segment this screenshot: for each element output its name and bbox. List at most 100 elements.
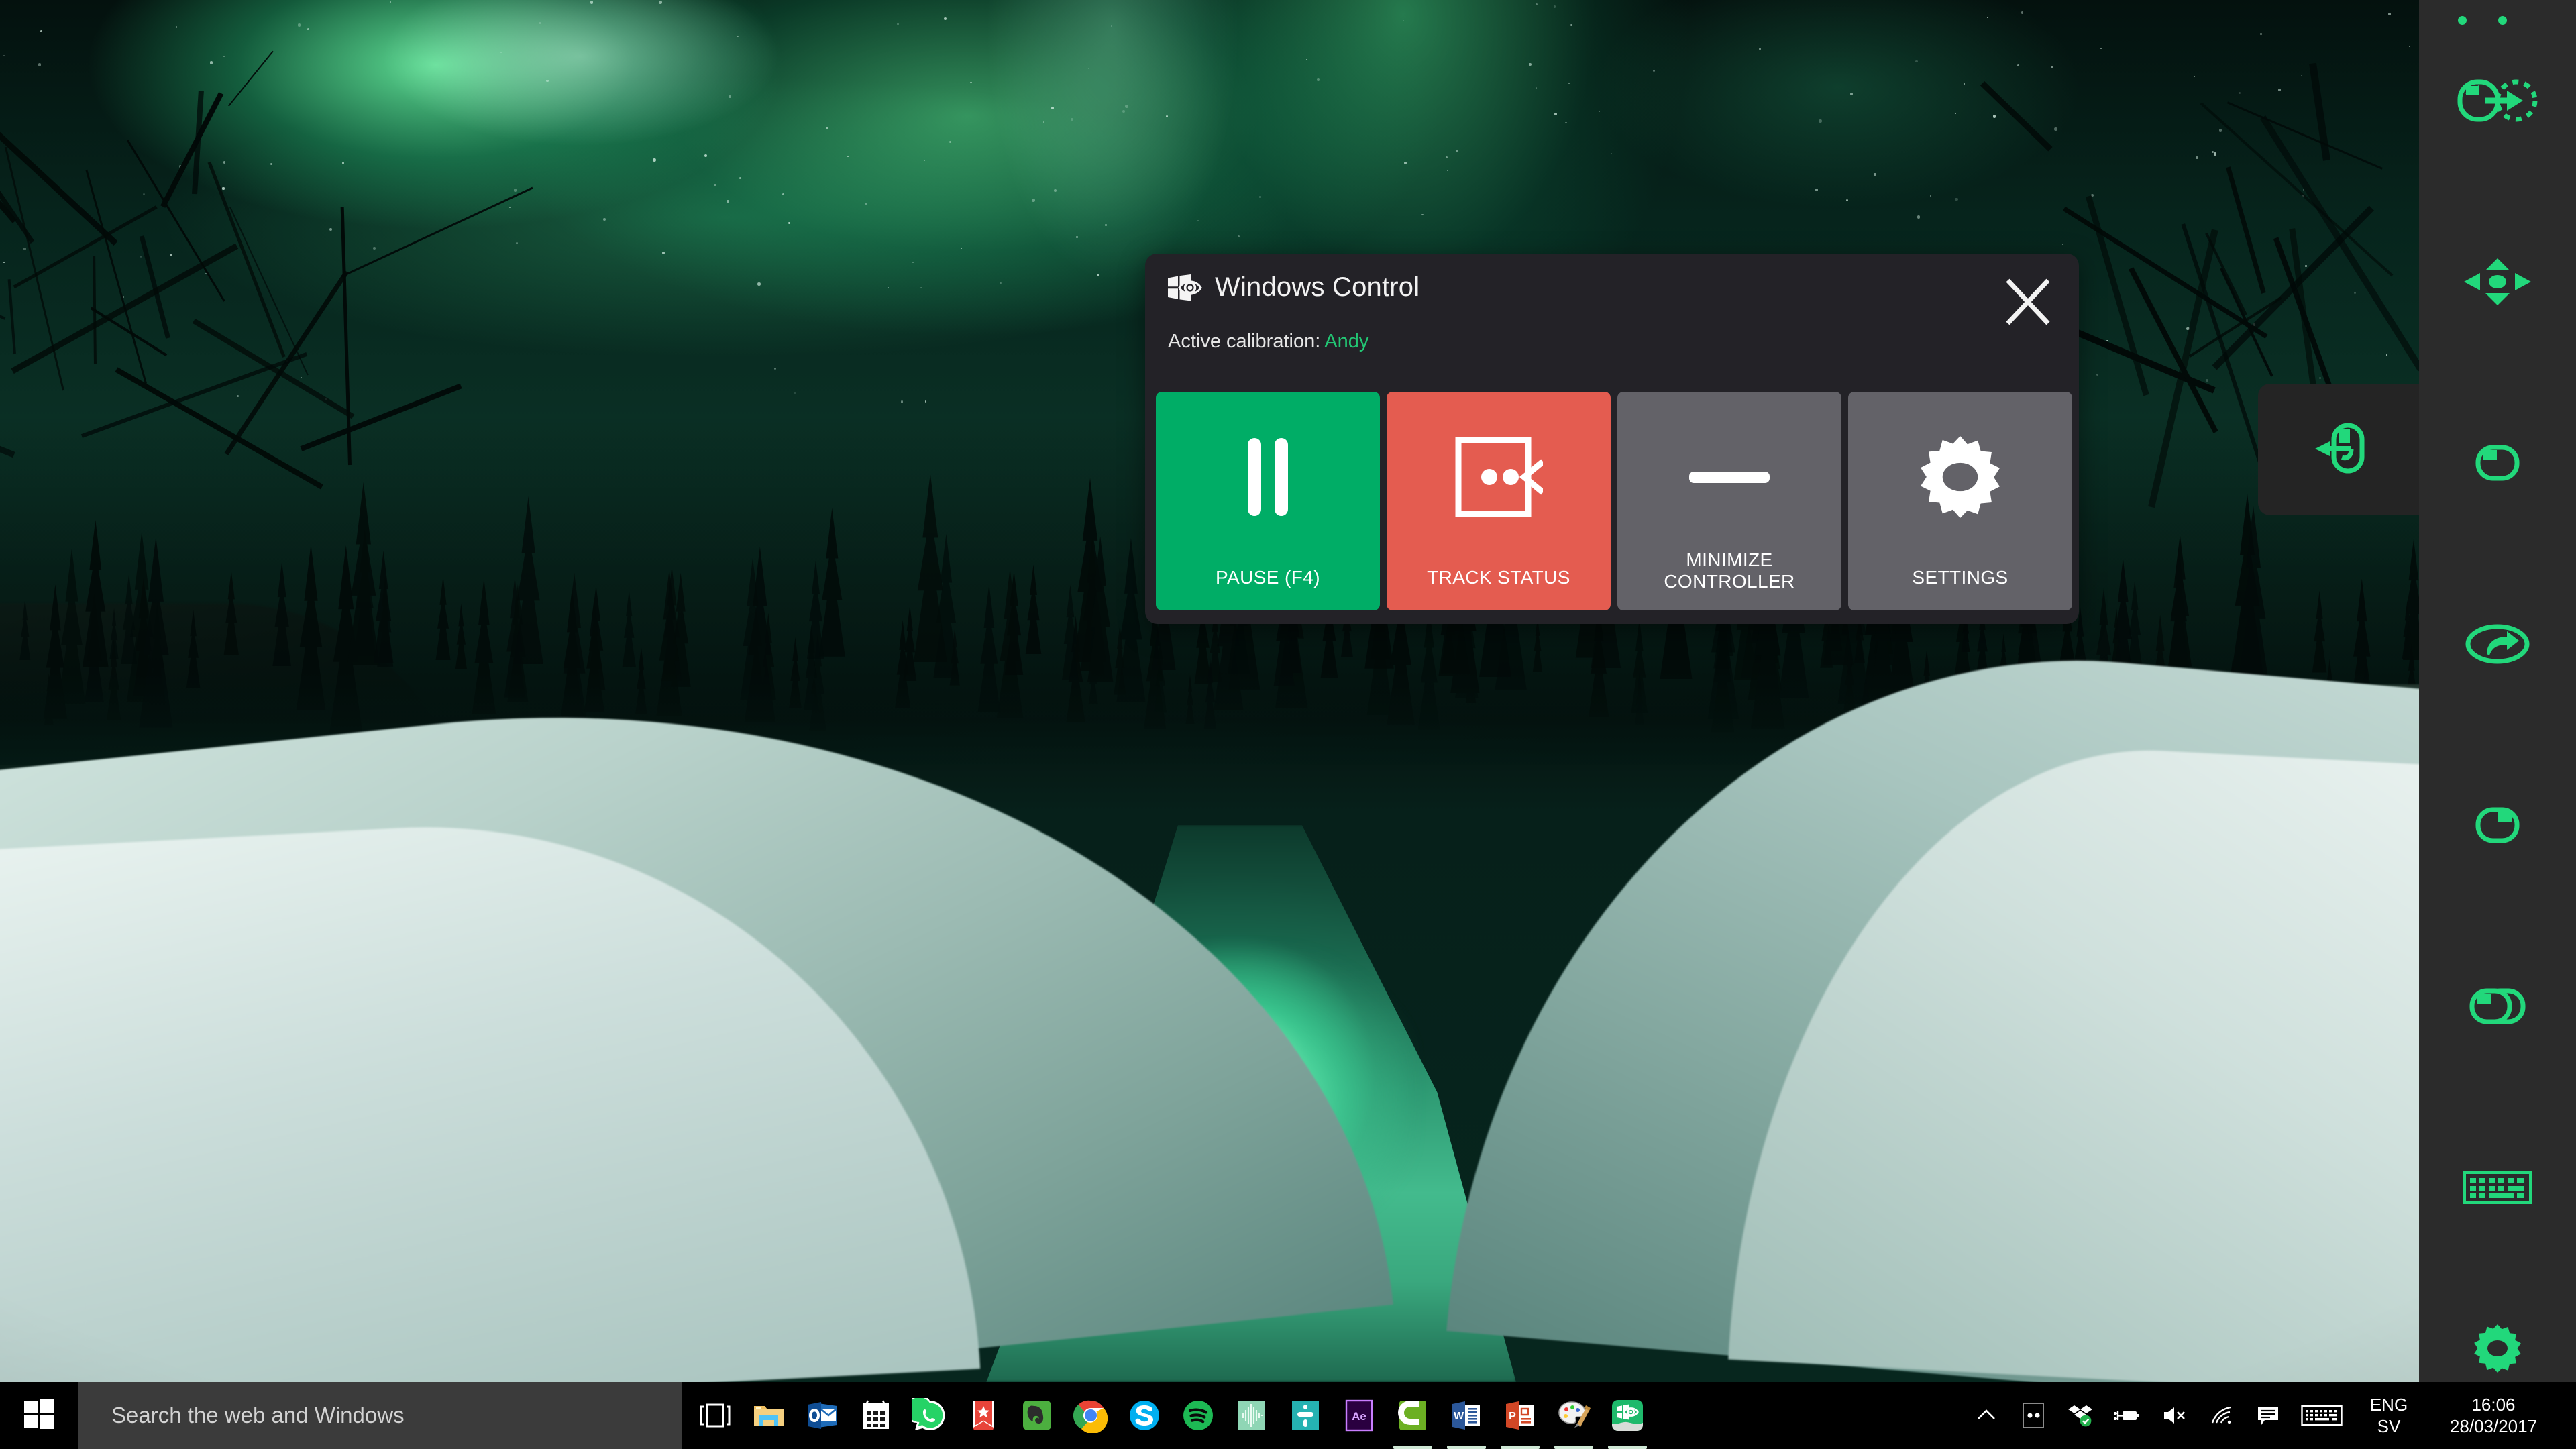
running-indicator [1608, 1446, 1647, 1449]
after-effects-icon: Ae [1345, 1399, 1373, 1432]
taskbar-item-windows-control[interactable] [1604, 1382, 1651, 1449]
running-indicator [1501, 1446, 1540, 1449]
battery-charging-icon [2114, 1411, 2139, 1420]
sidebar-item-logout-switch[interactable] [2419, 47, 2576, 154]
sidebar-item-settings[interactable] [2419, 1315, 2576, 1382]
action-center-icon [2258, 1407, 2278, 1425]
search-input[interactable]: Search the web and Windows [78, 1382, 682, 1449]
task-view-icon [700, 1403, 731, 1428]
pause-button[interactable]: PAUSE (F4) [1156, 392, 1380, 610]
sidebar-item-right-click[interactable] [2419, 771, 2576, 879]
chevron-up-icon [1978, 1409, 1995, 1419]
language-line1: ENG [2369, 1394, 2408, 1415]
show-desktop-button[interactable] [2567, 1382, 2576, 1449]
mouse-left-click-icon [2474, 439, 2521, 486]
sidebar-item-scroll-pan[interactable] [2419, 228, 2576, 335]
taskbar-item-evernote[interactable] [1014, 1382, 1061, 1449]
gear-icon [2473, 1324, 2522, 1373]
running-indicator [1554, 1446, 1593, 1449]
eye-tracker-icon [2023, 1403, 2044, 1428]
powerpoint-icon: P [1506, 1401, 1534, 1430]
close-button[interactable] [1997, 272, 2059, 334]
taskbar-item-word[interactable]: W [1443, 1382, 1490, 1449]
tracker-status-dots [2458, 16, 2538, 27]
pause-icon [1237, 427, 1299, 527]
windows-control-dialog: Windows Control Active calibration:Andy [1145, 254, 2079, 624]
tray-touch-keyboard[interactable] [2292, 1382, 2352, 1449]
sidebar-item-keyboard[interactable] [2419, 1134, 2576, 1241]
start-button[interactable] [0, 1382, 78, 1449]
svg-text:Ae: Ae [1352, 1410, 1366, 1423]
taskbar-item-powerpoint[interactable]: P [1497, 1382, 1544, 1449]
volume-muted-icon [2164, 1407, 2185, 1424]
mouse-right-click-icon [2474, 802, 2521, 849]
taskbar-item-chrome[interactable] [1067, 1382, 1114, 1449]
active-calibration-value: Andy [1324, 331, 1369, 352]
tray-show-hidden-icons[interactable] [1963, 1382, 2010, 1449]
windows-control-icon [1612, 1400, 1643, 1431]
taskbar-item-paint[interactable] [1550, 1382, 1597, 1449]
taskbar-item-spotify[interactable] [1175, 1382, 1222, 1449]
tray-eye-tracker[interactable] [2010, 1382, 2057, 1449]
whatsapp-icon [912, 1398, 945, 1430]
taskbar-item-wunderlist[interactable] [960, 1382, 1007, 1449]
track-status-icon [1454, 427, 1543, 527]
windows-eye-icon [1168, 274, 1203, 301]
running-indicator [1447, 1446, 1486, 1449]
taskbar-item-task-view[interactable] [692, 1382, 739, 1449]
active-calibration-label: Active calibration: [1168, 331, 1321, 352]
wunderlist-icon [973, 1401, 994, 1430]
taskbar-item-skype[interactable] [1121, 1382, 1168, 1449]
wallpaper-vignette [0, 0, 2419, 1382]
tray-dropbox[interactable] [2057, 1382, 2104, 1449]
spotify-icon [1183, 1401, 1213, 1430]
language-line2: SV [2377, 1416, 2401, 1436]
taskbar-item-file-explorer[interactable] [745, 1382, 792, 1449]
tray-volume[interactable] [2151, 1382, 2198, 1449]
sidebar-item-left-click[interactable] [2419, 409, 2576, 517]
settings-button-label: SETTINGS [1912, 566, 2008, 588]
taskbar-item-outlook[interactable] [799, 1382, 846, 1449]
track-status-button-label: TRACK STATUS [1427, 566, 1570, 588]
eye-tracker-sidebar [2419, 0, 2576, 1382]
clock-time: 16:06 [2471, 1394, 2516, 1415]
tray-power[interactable] [2104, 1382, 2151, 1449]
clock[interactable]: 16:06 28/03/2017 [2426, 1394, 2567, 1438]
sidebar-item-gesture-swipe[interactable] [2419, 590, 2576, 698]
close-icon [2002, 276, 2053, 331]
tray-action-center[interactable] [2245, 1382, 2292, 1449]
skype-icon [1130, 1401, 1159, 1430]
paint-icon [1558, 1401, 1591, 1428]
sidebar-flyout-panel[interactable] [2258, 384, 2419, 515]
running-indicator [1393, 1446, 1432, 1449]
taskbar-item-calendar[interactable] [853, 1382, 900, 1449]
tray-network[interactable] [2198, 1382, 2245, 1449]
chrome-icon [1073, 1400, 1108, 1433]
taskbar: Search the web and Windows Ae W P ENG SV… [0, 1382, 2576, 1449]
language-indicator[interactable]: ENG SV [2352, 1394, 2426, 1438]
sidebar-item-double-click[interactable] [2419, 953, 2576, 1060]
clock-date: 28/03/2017 [2449, 1416, 2538, 1436]
wifi-icon [2211, 1406, 2231, 1424]
settings-button[interactable]: SETTINGS [1848, 392, 2072, 610]
track-status-button[interactable]: TRACK STATUS [1387, 392, 1611, 610]
mouse-double-click-icon [2468, 983, 2527, 1030]
four-way-arrows-icon [2463, 257, 2532, 307]
minimize-controller-button[interactable]: MINIMIZE CONTROLLER [1617, 392, 1841, 610]
mouse-drag-left-icon [2312, 421, 2365, 478]
taskbar-item-after-effects[interactable]: Ae [1336, 1382, 1383, 1449]
taskbar-item-doodle[interactable] [1282, 1382, 1329, 1449]
minimize-icon [1689, 427, 1770, 527]
file-explorer-icon [754, 1406, 784, 1426]
dialog-action-buttons: PAUSE (F4) TRACK STATUS MINIMIZE CONTROL… [1156, 392, 2072, 610]
taskbar-item-audacity[interactable] [1228, 1382, 1275, 1449]
active-calibration-row: Active calibration: Andy [1168, 331, 2056, 353]
windows-start-icon [24, 1399, 54, 1432]
minimize-controller-button-label: MINIMIZE CONTROLLER [1617, 549, 1841, 592]
svg-text:W: W [1454, 1411, 1464, 1422]
taskbar-item-camtasia[interactable] [1389, 1382, 1436, 1449]
dialog-title: Windows Control [1215, 272, 1420, 302]
word-icon: W [1452, 1401, 1480, 1430]
calendar-icon [863, 1400, 889, 1429]
taskbar-item-whatsapp[interactable] [906, 1382, 953, 1449]
